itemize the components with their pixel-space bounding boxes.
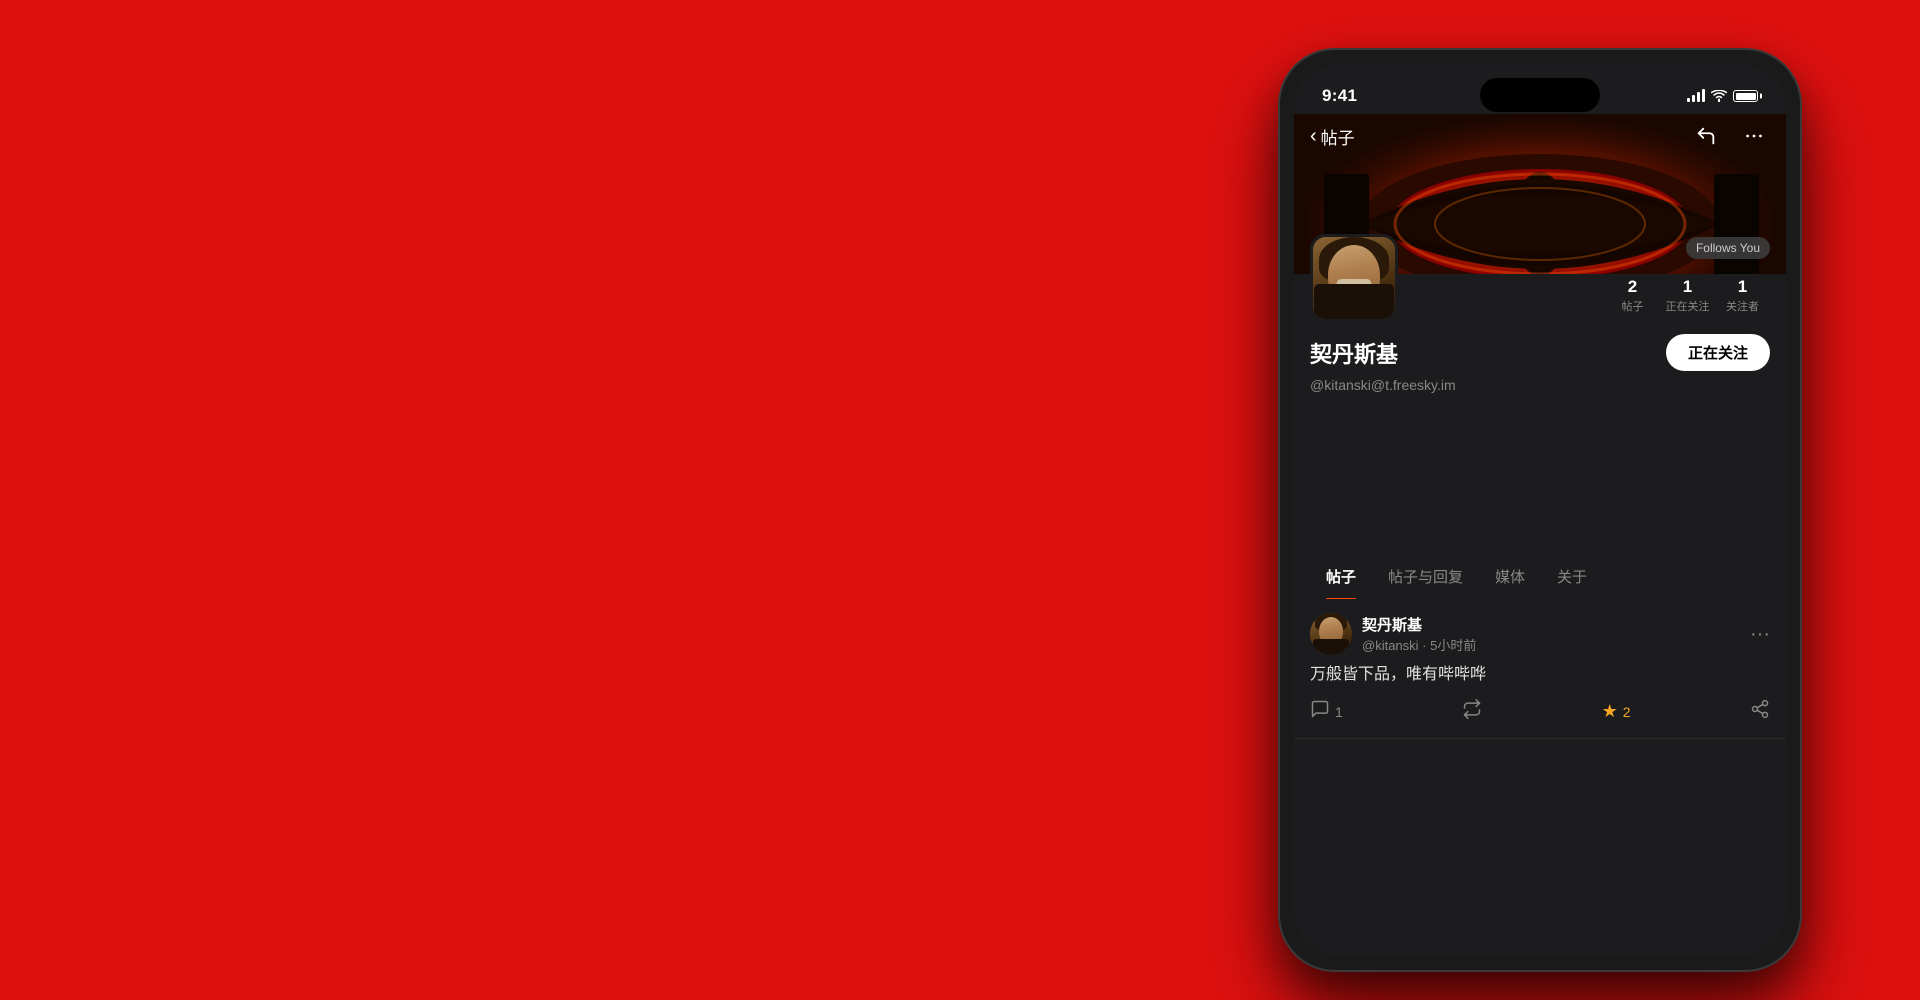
- post-user-info: 契丹斯基 @kitanski · 5小时前: [1310, 613, 1476, 655]
- post-author-info: @kitanski · 5小时前: [1362, 635, 1476, 654]
- phone-device: ‹ 帖子: [1280, 50, 1800, 970]
- reply-action-icon: [1310, 699, 1330, 724]
- status-time: 9:41: [1322, 86, 1357, 106]
- profile-handle: @kitanski@t.freesky.im: [1310, 377, 1770, 393]
- post-name-time: 契丹斯基 @kitanski · 5小时前: [1362, 614, 1476, 654]
- status-icons: [1687, 90, 1758, 102]
- status-bar: 9:41: [1294, 64, 1786, 114]
- stat-posts[interactable]: 2 帖子: [1605, 277, 1660, 314]
- profile-username: 契丹斯基: [1310, 337, 1398, 369]
- stat-following-number: 1: [1683, 277, 1692, 297]
- post-item: 契丹斯基 @kitanski · 5小时前 ··· 万般皆下品，唯有哔哔哗: [1294, 599, 1786, 739]
- profile-right: Follows You 2 帖子 1 正在关注 1: [1605, 237, 1770, 322]
- nav-right-actions: [1690, 120, 1770, 152]
- avatar-portrait: [1313, 237, 1395, 319]
- stat-followers-number: 1: [1738, 277, 1747, 297]
- stat-posts-label: 帖子: [1622, 298, 1644, 314]
- post-share-action[interactable]: [1750, 699, 1770, 724]
- stats-row: 2 帖子 1 正在关注 1 关注者: [1605, 277, 1770, 314]
- post-repost-action[interactable]: [1462, 699, 1482, 724]
- back-icon: ‹: [1310, 126, 1317, 146]
- repost-action-icon: [1462, 699, 1482, 724]
- nav-back-label: 帖子: [1321, 124, 1355, 149]
- post-header: 契丹斯基 @kitanski · 5小时前 ···: [1310, 613, 1770, 655]
- post-star-count: 2: [1623, 704, 1631, 720]
- post-avatar[interactable]: [1310, 613, 1352, 655]
- portrait-body: [1314, 284, 1394, 319]
- post-actions: 1: [1310, 699, 1770, 724]
- post-avatar-body: [1313, 639, 1349, 655]
- tab-posts[interactable]: 帖子: [1310, 554, 1372, 599]
- posts-section: 契丹斯基 @kitanski · 5小时前 ··· 万般皆下品，唯有哔哔哗: [1294, 599, 1786, 956]
- share-action-icon: [1750, 699, 1770, 724]
- reply-button[interactable]: [1690, 120, 1722, 152]
- post-star-action[interactable]: ★ 2: [1602, 701, 1631, 722]
- post-more-button[interactable]: ···: [1750, 623, 1770, 646]
- more-icon: [1743, 125, 1765, 147]
- more-options-button[interactable]: [1738, 120, 1770, 152]
- nav-bar: ‹ 帖子: [1294, 114, 1786, 158]
- post-reply-count: 1: [1335, 704, 1343, 720]
- profile-section: Follows You 2 帖子 1 正在关注 1: [1294, 274, 1786, 417]
- tab-bar: 帖子 帖子与回复 媒体 关于: [1294, 554, 1786, 600]
- profile-header: Follows You 2 帖子 1 正在关注 1: [1310, 234, 1770, 322]
- stat-following[interactable]: 1 正在关注: [1660, 277, 1715, 314]
- star-action-icon: ★: [1602, 701, 1618, 722]
- nav-back-button[interactable]: ‹ 帖子: [1310, 124, 1355, 149]
- stat-following-label: 正在关注: [1666, 298, 1710, 314]
- follows-you-badge: Follows You: [1686, 237, 1770, 259]
- tab-media[interactable]: 媒体: [1479, 554, 1541, 599]
- post-avatar-inner: [1310, 613, 1352, 655]
- phone-screen: ‹ 帖子: [1294, 64, 1786, 956]
- post-reply-action[interactable]: 1: [1310, 699, 1343, 724]
- tab-about[interactable]: 关于: [1541, 554, 1603, 599]
- stat-followers-label: 关注者: [1726, 298, 1759, 314]
- avatar: [1310, 234, 1398, 322]
- battery-icon: [1733, 90, 1758, 102]
- profile-info-row: 契丹斯基 正在关注: [1310, 334, 1770, 371]
- tab-posts-replies[interactable]: 帖子与回复: [1372, 554, 1479, 599]
- stat-posts-number: 2: [1628, 277, 1637, 297]
- post-content: 万般皆下品，唯有哔哔哗: [1310, 663, 1770, 687]
- app-content: ‹ 帖子: [1294, 64, 1786, 956]
- wifi-icon: [1711, 90, 1727, 102]
- post-author-name: 契丹斯基: [1362, 614, 1476, 635]
- stat-followers[interactable]: 1 关注者: [1715, 277, 1770, 314]
- reply-icon: [1695, 125, 1717, 147]
- follow-button[interactable]: 正在关注: [1666, 334, 1770, 371]
- signal-icon: [1687, 90, 1705, 102]
